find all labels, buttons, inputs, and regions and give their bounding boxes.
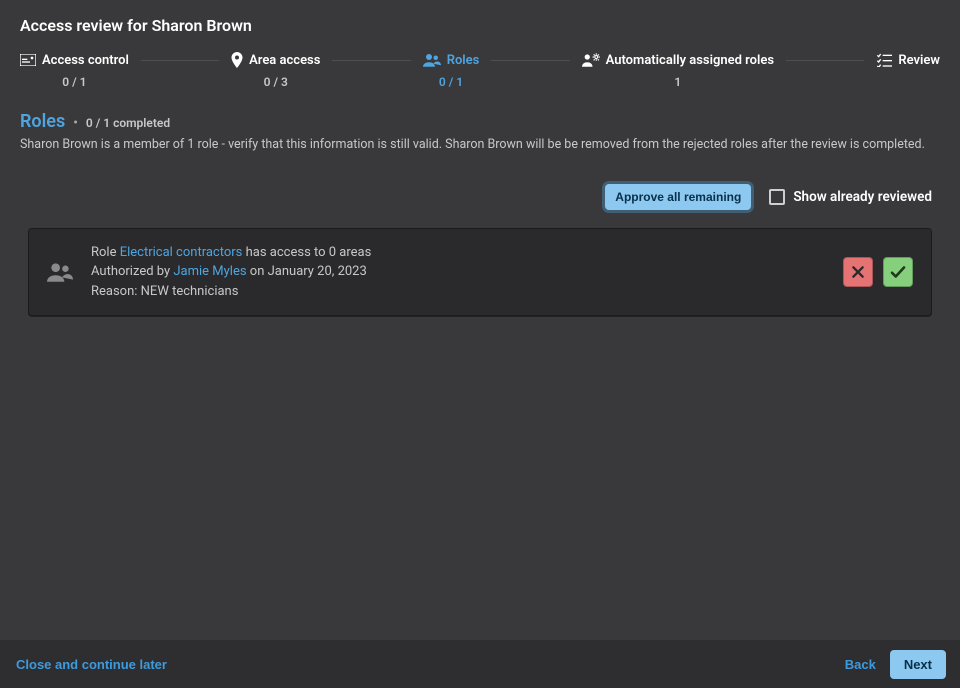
step-separator (491, 60, 569, 61)
step-review[interactable]: Review (876, 51, 940, 69)
text: on January 20, 2023 (247, 264, 367, 279)
role-card-body: Role Electrical contractors has access t… (91, 243, 825, 302)
section-description: Sharon Brown is a member of 1 role - ver… (20, 136, 940, 154)
step-label: Area access (249, 53, 320, 68)
role-card-line-2: Authorized by Jamie Myles on January 20,… (91, 262, 825, 282)
reject-button[interactable] (843, 257, 873, 287)
role-list: Role Electrical contractors has access t… (0, 210, 960, 317)
step-auto-roles[interactable]: Automatically assigned roles 1 (582, 51, 775, 89)
step-label: Access control (42, 53, 129, 68)
step-separator (332, 60, 410, 61)
step-access-control[interactable]: Access control 0 / 1 (20, 51, 129, 89)
people-icon (423, 53, 441, 67)
show-reviewed-toggle[interactable]: Show already reviewed (769, 189, 932, 205)
role-card-actions (843, 257, 913, 287)
text: Authorized by (91, 264, 173, 279)
step-label: Review (898, 53, 940, 68)
approve-all-button[interactable]: Approve all remaining (605, 184, 751, 210)
step-label: Roles (447, 53, 480, 68)
approve-button[interactable] (883, 257, 913, 287)
step-label: Automatically assigned roles (606, 53, 775, 68)
step-count: 1 (674, 75, 681, 89)
role-link[interactable]: Electrical contractors (120, 245, 243, 260)
next-button[interactable]: Next (890, 650, 946, 679)
checklist-icon (876, 53, 892, 67)
back-button[interactable]: Back (843, 651, 878, 678)
role-card-line-1: Role Electrical contractors has access t… (91, 243, 825, 263)
step-area-access[interactable]: Area access 0 / 3 (231, 51, 320, 89)
section-roles: Roles • 0 / 1 completed Sharon Brown is … (0, 89, 960, 154)
checkbox-icon (769, 189, 785, 205)
footer: Close and continue later Back Next (0, 640, 960, 688)
step-separator (141, 60, 219, 61)
section-title: Roles (20, 111, 65, 132)
step-count: 0 / 3 (264, 75, 288, 89)
text: has access to 0 areas (242, 245, 371, 260)
step-count: 0 / 1 (439, 75, 463, 89)
authorizer-link[interactable]: Jamie Myles (173, 264, 246, 279)
page-title: Access review for Sharon Brown (0, 0, 960, 43)
dot-separator: • (73, 116, 78, 131)
section-count: 0 / 1 completed (86, 116, 170, 130)
toolbar: Approve all remaining Show already revie… (0, 154, 960, 210)
step-separator (786, 60, 864, 61)
text: Role (91, 245, 120, 260)
role-card: Role Electrical contractors has access t… (28, 228, 932, 317)
badge-icon (20, 54, 36, 66)
people-gear-icon (582, 53, 600, 67)
check-icon (889, 263, 907, 281)
stepper: Access control 0 / 1 Area access 0 / 3 R… (0, 43, 960, 89)
close-later-button[interactable]: Close and continue later (14, 651, 169, 678)
role-card-line-3: Reason: NEW technicians (91, 282, 825, 302)
close-icon (850, 264, 866, 280)
map-pin-icon (231, 52, 243, 68)
step-count: 0 / 1 (62, 75, 86, 89)
step-roles[interactable]: Roles 0 / 1 (423, 51, 480, 89)
show-reviewed-label: Show already reviewed (793, 189, 932, 205)
people-icon (47, 262, 73, 282)
